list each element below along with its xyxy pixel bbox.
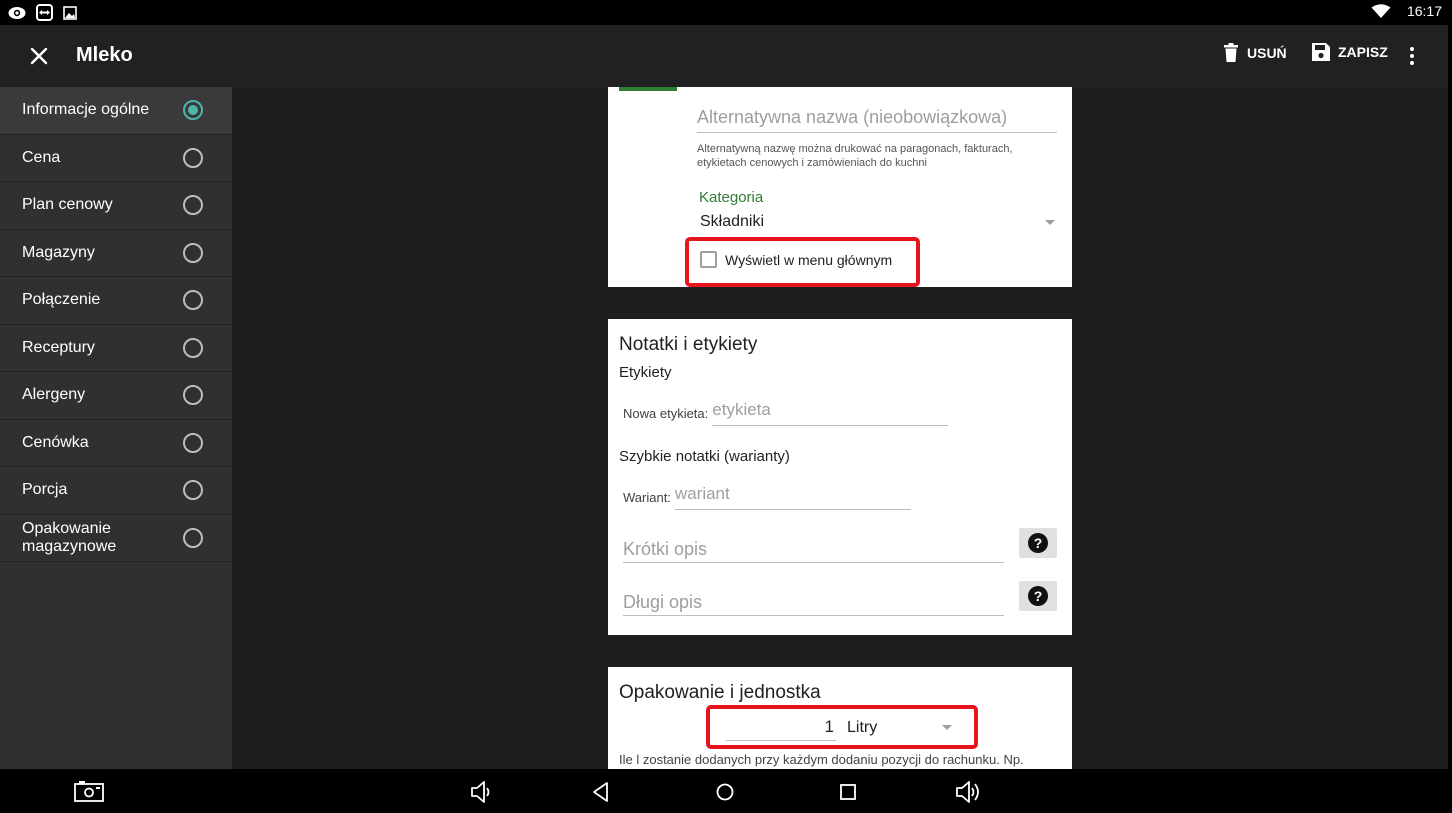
section-title: Opakowanie i jednostka [619,682,821,703]
new-label-field: Nowa etykieta: etykieta [623,400,949,426]
sidebar-item-price[interactable]: Cena [0,135,232,182]
radio-icon[interactable] [183,195,203,216]
sidebar-item-connection[interactable]: Połączenie [0,277,232,325]
sidebar-item-price-plan[interactable]: Plan cenowy [0,182,232,230]
volume-down-icon[interactable] [466,779,496,805]
highlight-box [706,705,978,749]
sidebar-item-label: Cena [22,148,61,166]
radio-icon[interactable] [183,147,203,168]
sidebar-item-label: Połączenie [22,291,101,309]
sidebar-item-label: Porcja [22,481,68,499]
new-label-label: Nowa etykieta: [623,406,709,421]
home-icon[interactable] [710,779,740,805]
accent-bar [619,87,677,91]
alternative-name-input[interactable]: Alternatywna nazwa (nieobowiązkowa) [697,107,1057,133]
sidebar-item-label: Informacje ogólne [22,101,150,119]
sidebar: Informacje ogólne Cena Plan cenowy Magaz… [0,87,232,769]
radio-icon[interactable] [183,480,203,501]
sidebar-item-label: Plan cenowy [22,196,113,214]
save-label: ZAPISZ [1338,44,1388,60]
clock: 16:17 [1406,3,1442,19]
category-value: Składniki [700,213,765,230]
sidebar-item-warehouses[interactable]: Magazyny [0,230,232,277]
notes-labels-card: Notatki i etykiety Etykiety Nowa etykiet… [608,319,1072,635]
delete-label: USUŃ [1247,45,1287,61]
screenshot-icon[interactable] [74,779,104,805]
page-title: Mleko [76,44,133,66]
radio-icon[interactable] [183,527,203,548]
long-description-input[interactable]: Długi opis [623,586,1004,616]
section-title: Notatki i etykiety [619,334,758,355]
help-icon: ? [1028,533,1048,553]
radio-icon[interactable] [183,337,203,358]
new-label-input[interactable]: etykieta [712,400,949,426]
more-vert-icon[interactable] [1402,43,1422,69]
delete-button[interactable]: USUŃ [1223,43,1287,63]
sidebar-item-portion[interactable]: Porcja [0,467,232,515]
main-content[interactable]: Alternatywna nazwa (nieobowiązkowa) Alte… [232,87,1448,769]
sidebar-item-label: Magazyny [22,243,95,261]
wifi-icon [1371,3,1391,18]
general-info-card: Alternatywna nazwa (nieobowiązkowa) Alte… [608,87,1072,287]
save-button[interactable]: ZAPISZ [1312,43,1388,61]
sidebar-item-label: Opakowanie magazynowe [22,519,117,555]
recent-apps-icon[interactable] [833,779,863,805]
sidebar-item-label: Cenówka [22,433,89,451]
short-description-input[interactable]: Krótki opis [623,533,1004,563]
help-icon: ? [1028,586,1048,606]
back-icon[interactable] [586,779,616,805]
sidebar-item-label: Alergeny [22,386,86,404]
long-description-help-button[interactable]: ? [1019,581,1057,611]
highlight-box [685,237,920,287]
sidebar-item-label: Receptury [22,338,95,356]
trash-icon [1224,43,1238,62]
image-icon [63,5,77,20]
status-bar: 16:17 [0,0,1452,25]
close-icon[interactable] [26,43,52,69]
screen-edge [1448,25,1452,769]
sidebar-item-recipes[interactable]: Receptury [0,325,232,372]
app-bar: Mleko USUŃ ZAPISZ [0,25,1448,87]
volume-up-icon[interactable] [953,779,983,805]
radio-icon[interactable] [183,290,203,311]
sidebar-item-general-info[interactable]: Informacje ogólne [0,87,232,135]
sidebar-item-warehouse-packaging[interactable]: Opakowanie magazynowe [0,515,232,562]
teamviewer-icon [36,4,53,21]
radio-icon[interactable] [183,242,203,263]
packaging-description: Ile l zostanie dodanych przy każdym doda… [619,752,1024,767]
category-label: Kategoria [699,189,764,206]
variant-input[interactable]: wariant [674,484,911,510]
labels-heading: Etykiety [619,364,672,381]
variant-label: Wariant: [623,490,671,505]
sidebar-item-allergens[interactable]: Alergeny [0,372,232,420]
variant-field: Wariant: wariant [623,484,911,510]
radio-icon[interactable] [183,432,203,453]
radio-selected-icon[interactable] [183,100,203,121]
packaging-unit-card: Opakowanie i jednostka 1 Litry Ile l zos… [608,667,1072,769]
radio-icon[interactable] [183,385,203,406]
category-select[interactable]: Składniki [697,211,1057,235]
floppy-disk-icon [1312,43,1330,61]
quick-notes-heading: Szybkie notatki (warianty) [619,448,790,465]
alternative-name-hint: Alternatywną nazwę można drukować na par… [697,143,1013,169]
dropdown-arrow-icon [1045,220,1055,225]
navigation-bar [0,769,1452,813]
eye-icon [8,6,26,19]
sidebar-item-price-tag[interactable]: Cenówka [0,420,232,467]
short-description-help-button[interactable]: ? [1019,528,1057,558]
